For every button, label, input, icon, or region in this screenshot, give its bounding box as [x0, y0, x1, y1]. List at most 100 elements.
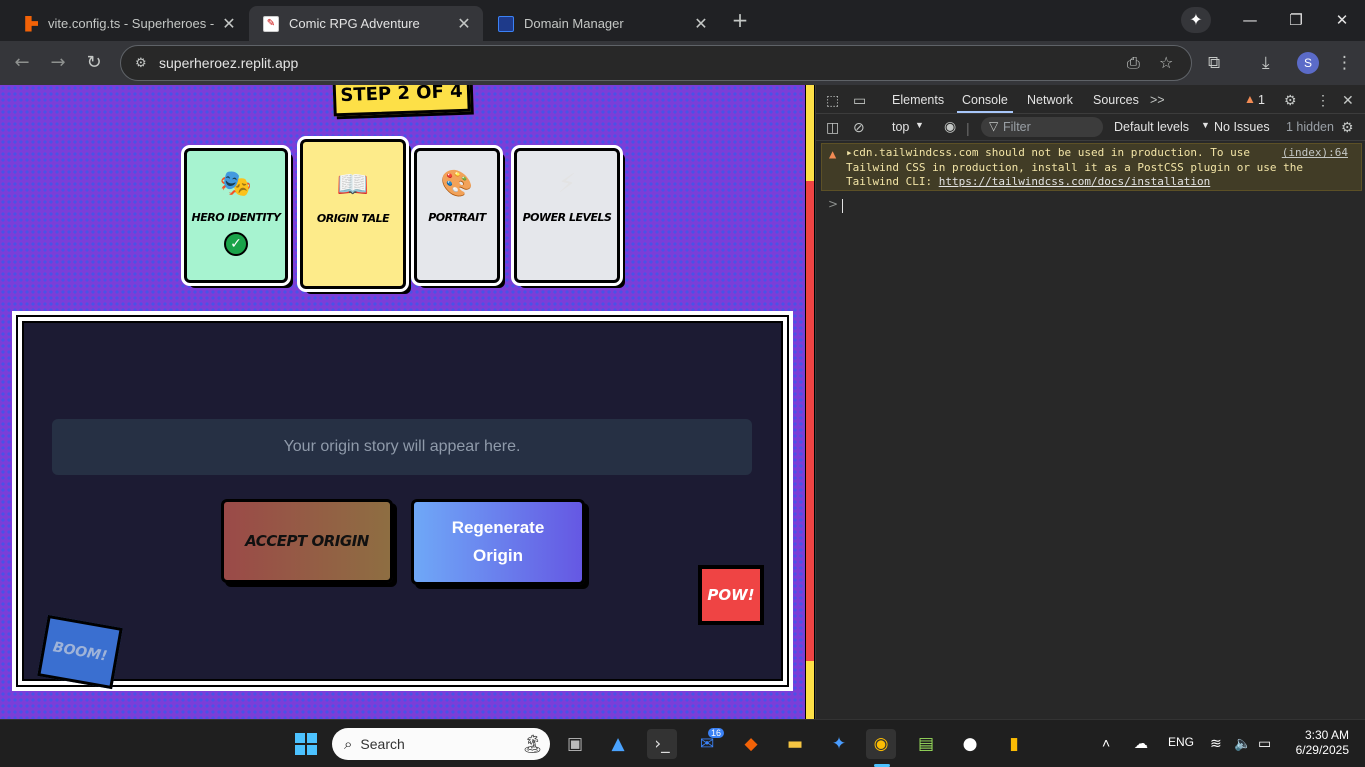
- spreadsheet-icon[interactable]: ▤: [911, 729, 941, 759]
- tab-comic-rpg[interactable]: ✎ Comic RPG Adventure ✕: [249, 6, 483, 41]
- replit-icon[interactable]: ◆: [736, 729, 766, 759]
- tab-domain-manager[interactable]: Domain Manager ✕: [484, 6, 720, 41]
- accept-origin-button[interactable]: ACCEPT ORIGIN: [221, 499, 393, 583]
- tab-console[interactable]: Console: [962, 93, 1008, 107]
- replit-icon: [25, 15, 38, 32]
- url-text[interactable]: superheroez.replit.app: [159, 55, 298, 71]
- chevron-down-icon: ▼: [915, 120, 924, 130]
- sidebar-toggle-icon[interactable]: ◫: [826, 119, 839, 136]
- close-icon[interactable]: ✕: [692, 14, 710, 34]
- origin-story-box: Your origin story will appear here.: [52, 419, 752, 475]
- tab-title: Comic RPG Adventure: [289, 16, 420, 31]
- devtools-tab-bar: ⬚ ▭ Elements Console Network Sources >> …: [816, 85, 1365, 114]
- log-levels-dropdown[interactable]: Default levels: [1114, 120, 1189, 134]
- photos-icon[interactable]: ▲: [603, 729, 633, 759]
- profile-avatar[interactable]: S: [1297, 52, 1319, 74]
- menu-icon[interactable]: ⋮: [1336, 53, 1353, 73]
- site-settings-icon[interactable]: ⚙: [135, 56, 151, 71]
- eye-icon[interactable]: ◉: [944, 118, 956, 135]
- minimize-button[interactable]: —: [1227, 6, 1273, 34]
- device-toolbar-icon[interactable]: ▭: [853, 92, 866, 109]
- console-prompt-icon: >: [828, 197, 839, 211]
- step-card-origin-tale[interactable]: 📖 ORIGIN TALE: [297, 136, 409, 292]
- expand-triangle-icon[interactable]: ▸: [846, 146, 853, 159]
- lightning-icon: ⚡: [557, 169, 577, 199]
- step-card-label: PORTRAIT: [428, 211, 486, 224]
- tab-elements[interactable]: Elements: [892, 93, 944, 107]
- new-tab-button[interactable]: +: [729, 8, 751, 32]
- reload-icon[interactable]: ↻: [82, 51, 106, 75]
- comic-icon: ✎: [263, 15, 279, 32]
- github-icon[interactable]: ●: [955, 729, 985, 759]
- palette-icon: 🎨: [440, 169, 474, 199]
- regenerate-origin-button[interactable]: Regenerate Origin: [411, 499, 585, 585]
- search-tabs-icon[interactable]: ⧉: [1208, 53, 1220, 73]
- language-indicator[interactable]: ENG: [1168, 735, 1194, 749]
- warning-icon: ▲: [829, 147, 837, 161]
- volume-icon[interactable]: 🔈: [1234, 735, 1251, 752]
- file-explorer-icon[interactable]: ▬: [780, 729, 810, 759]
- install-app-icon[interactable]: ⎙: [1127, 53, 1140, 73]
- close-icon[interactable]: ✕: [220, 14, 238, 34]
- install-docs-link[interactable]: https://tailwindcss.com/docs/installatio…: [939, 175, 1211, 188]
- settings-icon[interactable]: ⚙: [1284, 92, 1297, 109]
- divider: |: [966, 120, 970, 136]
- copilot-icon[interactable]: ✦: [824, 729, 854, 759]
- domain-icon: [498, 15, 514, 32]
- console-input[interactable]: [842, 199, 843, 213]
- wifi-icon[interactable]: ≋: [1210, 735, 1222, 752]
- tab-vite-config[interactable]: vite.config.ts - Superheroes - Re ✕: [8, 6, 248, 41]
- origin-panel: Your origin story will appear here. ACCE…: [12, 311, 793, 691]
- step-card-power-levels[interactable]: ⚡ POWER LEVELS: [511, 145, 623, 286]
- check-icon: ✓: [224, 232, 248, 256]
- download-icon[interactable]: ⤓: [1262, 53, 1270, 73]
- onedrive-icon[interactable]: ☁: [1134, 735, 1148, 752]
- warning-line-2: Tailwind CSS in production, install it a…: [846, 160, 1303, 174]
- inspect-element-icon[interactable]: ⬚: [826, 92, 839, 109]
- more-tabs-icon[interactable]: >>: [1150, 93, 1165, 107]
- address-bar[interactable]: ⚙ superheroez.replit.app ⎙ ☆: [120, 45, 1192, 81]
- more-options-icon[interactable]: ⋮: [1316, 92, 1330, 109]
- task-view-icon[interactable]: ▣: [560, 729, 590, 759]
- context-selector[interactable]: top: [892, 120, 909, 134]
- issues-label[interactable]: No Issues: [1214, 120, 1270, 134]
- bookmark-star-icon[interactable]: ☆: [1159, 53, 1173, 72]
- pow-sticker: POW!: [699, 566, 763, 624]
- battery-icon[interactable]: ▭: [1258, 735, 1271, 752]
- step-card-portrait[interactable]: 🎨 PORTRAIT: [411, 145, 503, 286]
- gemini-icon[interactable]: ✦: [1181, 7, 1211, 33]
- tab-network[interactable]: Network: [1027, 93, 1073, 107]
- restore-button[interactable]: ❐: [1273, 6, 1319, 34]
- page-viewport: STEP 2 OF 4 🎭 HERO IDENTITY ✓ 📖 ORIGIN T…: [0, 85, 805, 719]
- warning-source-link[interactable]: (index):64: [1282, 146, 1348, 161]
- step-card-label: POWER LEVELS: [522, 211, 612, 224]
- book-icon: 📖: [336, 170, 370, 200]
- boom-sticker: BOOM!: [37, 614, 123, 690]
- windows-start-icon[interactable]: [291, 729, 321, 759]
- warning-icon[interactable]: ▲: [1244, 92, 1256, 106]
- close-devtools-icon[interactable]: ✕: [1342, 92, 1354, 109]
- close-icon[interactable]: ✕: [455, 14, 473, 34]
- page-scrollbar[interactable]: [805, 85, 815, 719]
- scrollbar-thumb[interactable]: [806, 181, 814, 661]
- filter-input[interactable]: Filter: [981, 117, 1103, 137]
- console-settings-icon[interactable]: ⚙: [1341, 119, 1354, 136]
- browser-toolbar: ← → ↻ ⚙ superheroez.replit.app ⎙ ☆ ⧉ ⤓ S…: [0, 41, 1365, 85]
- step-card-hero-identity[interactable]: 🎭 HERO IDENTITY ✓: [181, 145, 291, 286]
- terminal-icon[interactable]: ›_: [647, 729, 677, 759]
- system-clock[interactable]: 3:30 AM 6/29/2025: [1296, 728, 1349, 758]
- forward-icon[interactable]: →: [46, 51, 70, 75]
- chrome-icon[interactable]: ◉: [866, 729, 896, 759]
- search-highlight-icon: 🏝: [521, 733, 544, 754]
- keep-notes-icon[interactable]: ▮: [999, 729, 1029, 759]
- warning-line-1: cdn.tailwindcss.com should not be used i…: [852, 146, 1250, 159]
- tab-sources[interactable]: Sources: [1093, 93, 1139, 107]
- step-indicator: STEP 2 OF 4: [332, 85, 471, 117]
- taskbar-search[interactable]: ⌕ Search 🏝: [332, 728, 550, 760]
- chevron-up-icon[interactable]: ˄: [1102, 735, 1110, 751]
- clear-console-icon[interactable]: ⊘: [853, 119, 865, 136]
- back-icon[interactable]: ←: [10, 51, 34, 75]
- clock-time: 3:30 AM: [1304, 728, 1349, 742]
- close-window-button[interactable]: ✕: [1319, 6, 1365, 34]
- issue-count[interactable]: 1: [1258, 93, 1265, 107]
